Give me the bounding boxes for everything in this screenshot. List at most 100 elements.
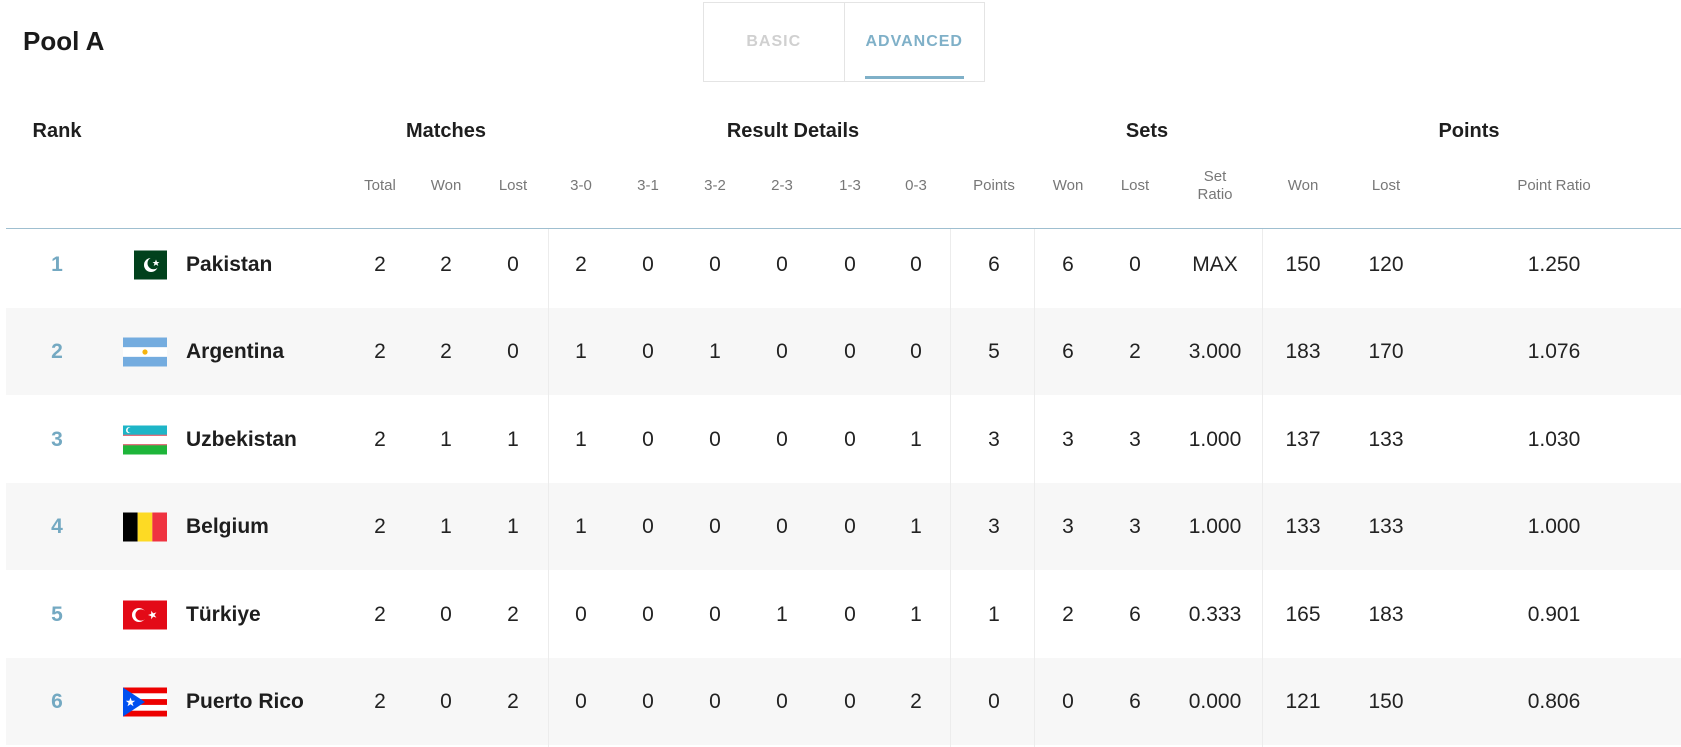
points-lost-cell: 183	[1368, 602, 1404, 626]
sets-won-cell: 3	[1062, 427, 1074, 451]
sets-lost-cell: 6	[1129, 689, 1141, 713]
point-ratio-cell: 1.250	[1527, 252, 1581, 276]
sets-lost-cell: 3	[1129, 514, 1141, 538]
turkiye-flag-icon	[123, 600, 167, 629]
r13-cell: 0	[844, 252, 856, 276]
sets-won-cell: 6	[1062, 252, 1074, 276]
r23-cell: 0	[776, 252, 788, 276]
points-cell: 5	[988, 339, 1000, 363]
point-ratio-cell: 1.000	[1527, 514, 1581, 538]
r03-cell: 1	[910, 427, 922, 451]
r03-cell: 0	[910, 252, 922, 276]
r32-cell: 0	[709, 689, 721, 713]
point-ratio-cell: 1.076	[1527, 339, 1581, 363]
point-ratio-cell: 0.901	[1527, 602, 1581, 626]
lost-cell: 1	[507, 514, 519, 538]
r30-cell: 2	[575, 252, 587, 276]
total-cell: 2	[374, 689, 386, 713]
set-ratio-cell: 0.000	[1188, 689, 1242, 713]
subheader-sets-lost: Lost	[1120, 177, 1150, 194]
pool-title: Pool A	[23, 26, 105, 56]
points-won-cell: 133	[1285, 514, 1321, 538]
team-name[interactable]: Belgium	[186, 515, 269, 539]
points-lost-cell: 133	[1368, 514, 1404, 538]
total-cell: 2	[374, 602, 386, 626]
rank-cell: 3	[51, 427, 63, 451]
r32-cell: 0	[709, 602, 721, 626]
points-lost-cell: 120	[1368, 252, 1404, 276]
rank-cell: 5	[51, 602, 63, 626]
r03-cell: 1	[910, 602, 922, 626]
r31-cell: 0	[642, 689, 654, 713]
subheader-r32: 3-2	[704, 177, 726, 194]
set-ratio-cell: MAX	[1192, 252, 1238, 276]
r13-cell: 0	[844, 427, 856, 451]
column-divider	[950, 229, 951, 747]
point-ratio-cell: 1.030	[1527, 427, 1581, 451]
total-cell: 2	[374, 514, 386, 538]
team-name[interactable]: Türkiye	[186, 603, 261, 627]
points-won-cell: 183	[1285, 339, 1321, 363]
subheader-won: Won	[430, 177, 462, 194]
sets-header: Sets	[1125, 120, 1169, 142]
team-name[interactable]: Argentina	[186, 340, 284, 364]
r31-cell: 0	[642, 339, 654, 363]
subheader-r23: 2-3	[771, 177, 793, 194]
subheader-r03: 0-3	[905, 177, 927, 194]
puerto-rico-flag-icon	[123, 687, 167, 716]
table-row[interactable]: 2 Argentina 2 2 0 1 0 1 0 0 0 5 6 2 3.000 183 170 1.076	[6, 308, 1681, 395]
table-row[interactable]: 3 Uzbekistan 2 1 1 1 0 0 0 0 1 3 3 3 1.000 137 133 1.030	[6, 396, 1681, 483]
subheader-set-ratio: Set Ratio	[1197, 168, 1233, 203]
r13-cell: 0	[844, 339, 856, 363]
table-row[interactable]: 1 Pakistan 2 2 0 2 0 0 0 0 0 6 6 0 MAX 150 120 1.250	[6, 221, 1681, 308]
sets-won-cell: 6	[1062, 339, 1074, 363]
won-cell: 2	[440, 252, 452, 276]
rank-cell: 4	[51, 514, 63, 538]
r31-cell: 0	[642, 602, 654, 626]
points-cell: 3	[988, 427, 1000, 451]
set-ratio-cell: 1.000	[1188, 514, 1242, 538]
lost-cell: 2	[507, 602, 519, 626]
points-cell: 0	[988, 689, 1000, 713]
r32-cell: 0	[709, 252, 721, 276]
points-header: Points	[1438, 120, 1500, 142]
result-details-header: Result Details	[726, 120, 860, 142]
r31-cell: 0	[642, 514, 654, 538]
column-divider	[1262, 229, 1263, 747]
subheader-total: Total	[364, 177, 396, 194]
team-name[interactable]: Uzbekistan	[186, 428, 297, 452]
rank-cell: 1	[51, 252, 63, 276]
r23-cell: 0	[776, 427, 788, 451]
sets-won-cell: 0	[1062, 689, 1074, 713]
r32-cell: 0	[709, 427, 721, 451]
tab-basic[interactable]: BASIC	[704, 3, 845, 81]
lost-cell: 0	[507, 252, 519, 276]
r23-cell: 0	[776, 514, 788, 538]
table-row[interactable]: 4 Belgium 2 1 1 1 0 0 0 0 1 3 3 3 1.000 133 133 1.000	[6, 483, 1681, 570]
column-divider	[548, 229, 549, 747]
points-cell: 6	[988, 252, 1000, 276]
r32-cell: 0	[709, 514, 721, 538]
subheader-r30: 3-0	[570, 177, 592, 194]
lost-cell: 1	[507, 427, 519, 451]
points-won-cell: 165	[1285, 602, 1321, 626]
table-row[interactable]: 5 Türkiye 2 0 2 0 0 0 1 0 1 1 2 6 0.333 165 183 0.901	[6, 571, 1681, 658]
set-ratio-cell: 0.333	[1188, 602, 1242, 626]
tab-advanced[interactable]: ADVANCED	[845, 3, 985, 81]
points-lost-cell: 133	[1368, 427, 1404, 451]
view-tabs: BASIC ADVANCED	[703, 2, 985, 82]
r32-cell: 1	[709, 339, 721, 363]
argentina-flag-icon	[123, 337, 167, 366]
matches-header: Matches	[405, 120, 487, 142]
subheader-points: Points	[973, 177, 1015, 194]
subheader-sets-won: Won	[1052, 177, 1084, 194]
sets-won-cell: 2	[1062, 602, 1074, 626]
subheader-points-won: Won	[1287, 177, 1319, 194]
won-cell: 1	[440, 427, 452, 451]
r31-cell: 0	[642, 427, 654, 451]
team-name[interactable]: Pakistan	[186, 253, 272, 277]
r23-cell: 0	[776, 689, 788, 713]
table-row[interactable]: 6 Puerto Rico 2 0 2 0 0 0 0 0 2 0 0 6 0.000 121 150 0.806	[6, 658, 1681, 745]
points-won-cell: 137	[1285, 427, 1321, 451]
team-name[interactable]: Puerto Rico	[186, 690, 304, 714]
